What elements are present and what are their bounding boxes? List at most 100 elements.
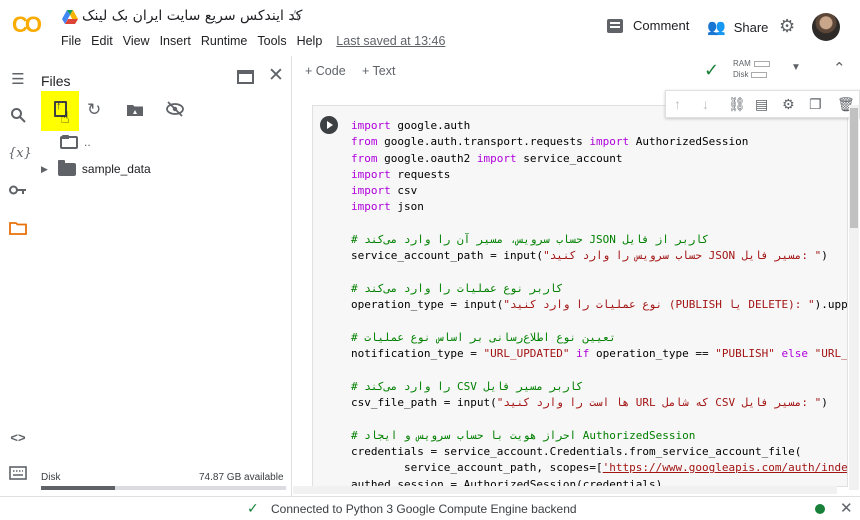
expand-caret-icon[interactable]: ▶ <box>41 164 48 175</box>
vertical-scrollbar[interactable] <box>849 105 859 490</box>
share-button[interactable]: 👥 Share <box>707 18 768 36</box>
status-text: Connected to Python 3 Google Compute Eng… <box>271 502 577 516</box>
menu-view[interactable]: View <box>123 34 150 48</box>
code-token: google.oauth2 <box>377 151 477 165</box>
cell-settings-gear-icon[interactable]: ⚙ <box>782 96 795 113</box>
mirror-cell-icon[interactable]: ❐ <box>809 96 822 113</box>
runtime-dropdown-chevron-down-icon[interactable]: ▼ <box>791 62 801 73</box>
comment-cell-icon[interactable]: ▤ <box>755 96 768 113</box>
code-token: "حساب سرویس را وارد کنید JSON مسیر فایل:… <box>543 249 822 263</box>
add-text-button[interactable]: + Text <box>362 64 395 78</box>
last-saved-link[interactable]: Last saved at 13:46 <box>336 34 445 48</box>
maximize-panel-icon[interactable] <box>237 70 254 84</box>
hide-hidden-files-icon[interactable] <box>165 101 185 122</box>
code-snippets-icon[interactable]: <> <box>8 428 28 448</box>
code-line: import google.auth <box>351 118 847 134</box>
code-token: "ها است را وارد کنید URL که شامل CSV مسی… <box>496 396 822 410</box>
parent-directory-label: .. <box>84 135 91 149</box>
disk-resource-label: Disk <box>733 70 749 79</box>
upload-file-button[interactable]: ☝ <box>41 91 79 131</box>
code-token: operation_type == <box>589 347 716 361</box>
menu-file[interactable]: File <box>61 34 81 48</box>
share-label: Share <box>733 19 769 35</box>
ram-bar <box>753 60 770 67</box>
code-token: # کاربر نوع عملیات را وارد می‌کند <box>351 281 563 295</box>
code-token: ) <box>821 396 828 410</box>
disk-label: Disk <box>41 472 61 483</box>
star-icon[interactable]: ☆ <box>288 6 302 26</box>
vertical-scrollbar-thumb[interactable] <box>850 108 858 228</box>
code-token: # احراز هویت با حساب سرویس و ایجاد Autho… <box>351 428 696 442</box>
menu-edit[interactable]: Edit <box>91 34 113 48</box>
mount-drive-icon[interactable] <box>126 102 144 122</box>
pointer-hand-cursor-icon: ☝ <box>60 110 70 127</box>
people-icon: 👥 <box>707 19 726 36</box>
code-token: from <box>351 135 378 149</box>
comment-icon <box>607 18 623 33</box>
resource-monitor[interactable]: RAM Disk <box>733 58 770 80</box>
code-token: 'https://www.googleapis.com/auth/indexin… <box>602 461 848 475</box>
files-folder-icon[interactable] <box>8 221 28 241</box>
move-cell-down-arrow-icon[interactable]: ↓ <box>702 96 709 112</box>
table-of-contents-icon[interactable]: ☰ <box>8 70 28 90</box>
keyboard-icon-glyph <box>9 466 27 480</box>
code-token: import <box>476 151 517 165</box>
code-token: "نوع عملیات را وارد کنید (PUBLISH یا DEL… <box>503 298 815 312</box>
parent-directory-row[interactable]: .. <box>60 134 91 149</box>
terminal-icon[interactable] <box>8 466 28 486</box>
code-token: import <box>351 184 391 198</box>
code-line: from google.oauth2 import service_accoun… <box>351 151 847 167</box>
code-line: service_account_path, scopes=['https://w… <box>351 460 848 476</box>
code-token: operation_type = input( <box>351 298 504 312</box>
folder-name: sample_data <box>81 162 151 176</box>
key-icon-glyph <box>9 185 26 195</box>
code-token: import <box>351 119 391 132</box>
code-line: # کاربر نوع عملیات را وارد می‌کند <box>351 281 847 297</box>
code-token: import <box>351 200 391 214</box>
link-icon[interactable]: ⛓ <box>728 96 746 113</box>
code-token: import <box>351 167 391 181</box>
add-code-button[interactable]: + Code <box>305 64 346 78</box>
code-token: from <box>351 151 378 165</box>
notebook-title[interactable]: کد ایندکس سریع سایت ایران بک لینک <box>82 8 302 24</box>
menu-insert[interactable]: Insert <box>160 34 191 48</box>
collapse-header-chevron-up-icon[interactable]: ⌃ <box>833 59 846 77</box>
search-icon[interactable] <box>8 107 28 127</box>
menu-tools[interactable]: Tools <box>257 34 286 48</box>
code-token: # را وارد می‌کند CSV کاربر مسیر فایل <box>351 379 583 393</box>
horizontal-scrollbar[interactable] <box>293 486 837 494</box>
code-line: import requests <box>351 167 847 183</box>
code-cell[interactable]: import google.auth from google.auth.trans… <box>312 105 848 487</box>
secrets-key-icon[interactable] <box>8 182 28 202</box>
refresh-icon[interactable]: ↻ <box>87 100 101 120</box>
settings-gear-icon[interactable]: ⚙ <box>779 16 795 37</box>
code-token: google.auth.transport.requests <box>377 135 590 149</box>
code-editor[interactable]: import google.auth from google.auth.trans… <box>351 118 848 486</box>
menu-runtime[interactable]: Runtime <box>201 34 248 48</box>
code-token: if <box>569 347 590 361</box>
colab-logo[interactable]: CO <box>12 10 48 40</box>
variables-icon[interactable]: {x} <box>8 144 32 164</box>
search-icon-glyph <box>11 108 26 123</box>
code-token: # تعیین نوع اطلاع‌رسانی بر اساس نوع عملی… <box>351 330 616 344</box>
move-cell-up-arrow-icon[interactable]: ↑ <box>674 96 681 112</box>
user-avatar[interactable] <box>812 13 840 41</box>
comment-button[interactable]: Comment <box>607 18 689 33</box>
disk-resource-bar <box>750 71 767 78</box>
disk-usage-bar <box>41 486 286 490</box>
code-line: # را وارد می‌کند CSV کاربر مسیر فایل <box>351 379 847 395</box>
close-panel-icon[interactable]: ✕ <box>268 64 284 87</box>
folder-row-sample-data[interactable]: ▶ sample_data <box>41 159 151 176</box>
code-token: service_account_path, scopes=[ <box>351 461 603 475</box>
drive-folder-glyph <box>127 105 143 116</box>
close-status-icon[interactable]: ✕ <box>840 499 853 517</box>
code-line: notification_type = "URL_UPDATED" if ope… <box>351 346 847 362</box>
code-token: json <box>390 200 424 214</box>
code-token: # حساب سرویس، مسیر آن را وارد می‌کند JSO… <box>351 233 709 247</box>
code-token: import <box>589 135 630 149</box>
status-bar: ✓ Connected to Python 3 Google Compute E… <box>0 496 860 520</box>
run-cell-play-icon[interactable] <box>320 116 338 134</box>
menu-help[interactable]: Help <box>297 34 323 48</box>
